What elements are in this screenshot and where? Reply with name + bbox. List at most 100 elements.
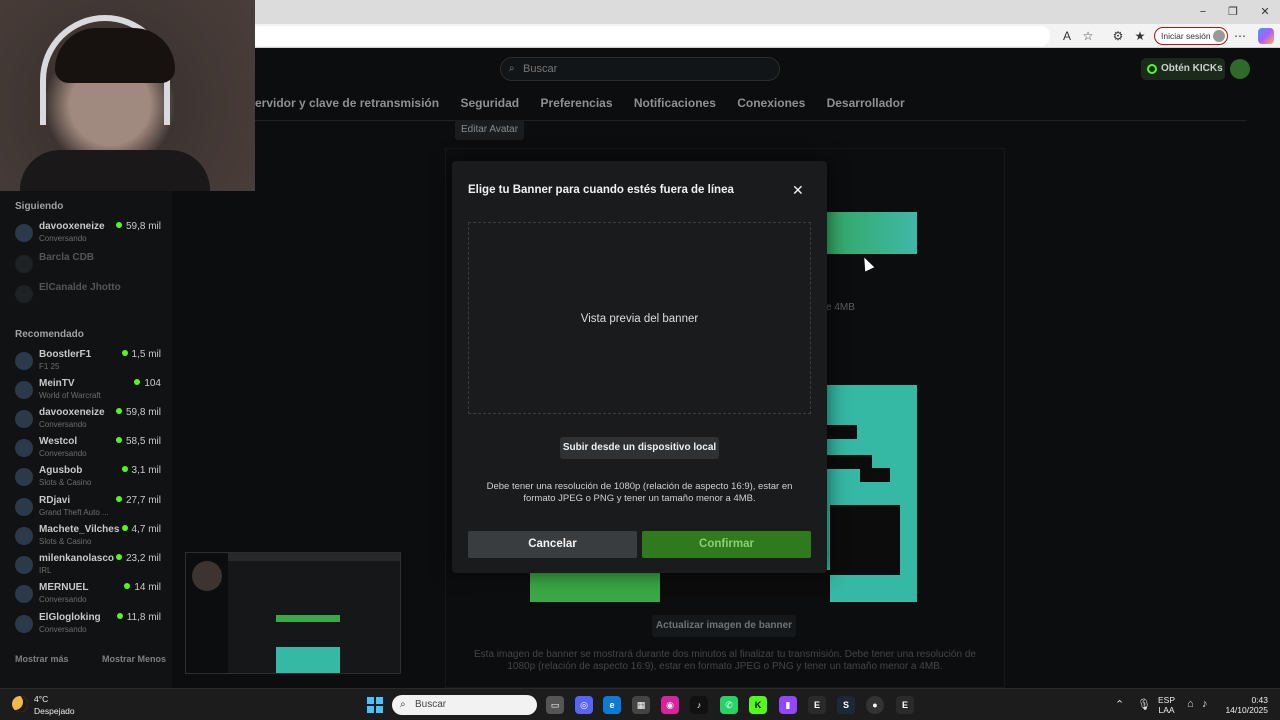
whatsapp-icon[interactable]: ✆: [720, 696, 738, 714]
favorite-star-icon[interactable]: ☆: [1080, 28, 1096, 44]
tab-connections[interactable]: Conexiones: [737, 96, 805, 110]
channel-category: Grand Theft Auto ...: [39, 508, 109, 517]
site-search-input[interactable]: ⌕ Buscar: [500, 57, 780, 81]
clock[interactable]: 0:43 14/10/2025: [1224, 695, 1268, 715]
channel-category: World of Warcraft: [39, 391, 101, 400]
moon-weather-icon[interactable]: [12, 696, 28, 712]
channel-avatar: [15, 498, 33, 516]
recommended-channel[interactable]: Westcol Conversando 58,5 mil: [15, 436, 165, 464]
channel-avatar: [15, 527, 33, 545]
tab-notifications[interactable]: Notificaciones: [634, 96, 716, 110]
upload-local-button[interactable]: Subir desde un dispositivo local: [560, 437, 719, 459]
channel-name: MERNUEL: [39, 582, 89, 593]
minimize-button[interactable]: −: [1188, 2, 1218, 22]
edit-avatar-button[interactable]: Editar Avatar: [455, 120, 525, 140]
close-icon[interactable]: ✕: [792, 183, 804, 197]
favorites-icon[interactable]: ★: [1132, 28, 1148, 44]
channel-avatar: [15, 585, 33, 603]
network-icon[interactable]: ⌂: [1187, 698, 1194, 710]
tab-security[interactable]: Seguridad: [460, 96, 519, 110]
screen-capture-thumbnail: [185, 552, 401, 674]
show-less-link[interactable]: Mostrar Menos: [102, 654, 166, 664]
recommended-channel[interactable]: BoostlerF1 F1 25 1,5 mil: [15, 349, 165, 377]
store-icon[interactable]: ▦: [632, 696, 650, 714]
webcam-overlay: [0, 0, 255, 191]
viewer-count: 58,5 mil: [116, 436, 161, 447]
offline-banner-dialog: Elige tu Banner para cuando estés fuera …: [452, 161, 827, 573]
read-aloud-icon[interactable]: A: [1059, 28, 1075, 44]
tab-developer[interactable]: Desarrollador: [827, 96, 905, 110]
recommended-channel[interactable]: davooxeneize Conversando 59,8 mil: [15, 407, 165, 435]
viewer-count: 59,8 mil: [116, 221, 161, 232]
user-avatar[interactable]: [1230, 59, 1250, 79]
task-view-icon[interactable]: ▭: [546, 696, 564, 714]
search-icon: ⌕: [509, 63, 515, 74]
kicks-icon: [1147, 64, 1157, 74]
channel-avatar: [15, 439, 33, 457]
edge-icon[interactable]: e: [603, 696, 621, 714]
more-menu-icon[interactable]: ⋯: [1232, 28, 1248, 44]
update-banner-button[interactable]: Actualizar imagen de banner: [652, 615, 796, 637]
following-channel[interactable]: davooxeneize Conversando 59,8 mil: [15, 221, 165, 249]
signin-button[interactable]: Iniciar sesión: [1154, 27, 1228, 45]
epic-games-icon[interactable]: E: [808, 696, 826, 714]
keyboard-layout: LAA: [1158, 705, 1175, 715]
viewer-count: 104: [134, 378, 161, 389]
channel-category: Slots & Casino: [39, 537, 92, 546]
channel-avatar: [15, 285, 33, 303]
obs-icon[interactable]: ●: [866, 696, 884, 714]
channel-name: davooxeneize: [39, 407, 105, 418]
copilot-icon[interactable]: [1258, 28, 1274, 44]
show-more-link[interactable]: Mostrar más: [15, 654, 69, 664]
recommended-channel[interactable]: MERNUEL Conversando 14 mil: [15, 582, 165, 610]
address-bar[interactable]: [250, 26, 1050, 46]
channel-avatar: [15, 410, 33, 428]
extensions-icon[interactable]: ⚙: [1110, 28, 1126, 44]
clock-time: 0:43: [1251, 695, 1268, 705]
channel-name: MeinTV: [39, 378, 75, 389]
get-kicks-button[interactable]: Obtén KICKs: [1141, 58, 1225, 80]
channel-name: ElGlogloking: [39, 612, 101, 623]
banner-requirements-note: Debe tener una resolución de 1080p (rela…: [486, 481, 793, 504]
recommended-channel[interactable]: ElGlogloking Conversando 11,8 mil: [15, 612, 165, 640]
twitch-icon[interactable]: ▮: [779, 696, 797, 714]
taskbar-search-input[interactable]: ⌕ Buscar: [392, 695, 537, 715]
banner-preview-dropzone[interactable]: Vista previa del banner: [468, 222, 811, 414]
recommended-channel[interactable]: Machete_Vilches Slots & Casino 4,7 mil: [15, 524, 165, 552]
window-close-button[interactable]: ✕: [1250, 2, 1280, 22]
microphone-icon[interactable]: 🎙: [1137, 698, 1151, 711]
cancel-button[interactable]: Cancelar: [468, 531, 637, 558]
channel-name: Westcol: [39, 436, 78, 447]
steam-icon[interactable]: S: [837, 696, 855, 714]
kick-icon[interactable]: K: [749, 696, 767, 714]
search-icon: ⌕: [400, 699, 406, 710]
tiktok-icon[interactable]: ♪: [690, 696, 708, 714]
recommended-channel[interactable]: milenkanolasco IRL 23,2 mil: [15, 553, 165, 581]
channel-avatar: [15, 352, 33, 370]
discord-icon[interactable]: ◎: [575, 696, 593, 714]
kicks-label: Obtén KICKs: [1161, 63, 1223, 74]
channel-name: RDjavi: [39, 495, 71, 506]
channel-name: Machete_Vilches: [39, 524, 120, 535]
channel-category: F1 25: [39, 362, 60, 371]
tray-chevron-up-icon[interactable]: ⌃: [1115, 698, 1124, 711]
channel-name: Agusbob: [39, 465, 83, 476]
tab-stream-key[interactable]: ervidor y clave de retransmisión: [255, 96, 439, 110]
epic-launcher-icon[interactable]: E: [896, 696, 914, 714]
following-channel[interactable]: Barcla CDB: [15, 252, 165, 280]
channel-category: Conversando: [39, 420, 87, 429]
channel-avatar: [15, 255, 33, 273]
tab-preferences[interactable]: Preferencias: [540, 96, 612, 110]
windows-start-icon[interactable]: [367, 697, 383, 713]
tabs-divider: [255, 120, 1247, 121]
language-indicator[interactable]: ESP LAA: [1158, 695, 1175, 715]
recommended-channel[interactable]: RDjavi Grand Theft Auto ... 27,7 mil: [15, 495, 165, 523]
channel-category: Slots & Casino: [39, 478, 92, 487]
recommended-channel[interactable]: Agusbob Slots & Casino 3,1 mil: [15, 465, 165, 493]
recommended-channel[interactable]: MeinTV World of Warcraft 104: [15, 378, 165, 406]
confirm-button[interactable]: Confirmar: [642, 531, 811, 558]
maximize-button[interactable]: ❐: [1218, 2, 1248, 22]
following-channel[interactable]: ElCanalde Jhotto: [15, 282, 165, 310]
volume-icon[interactable]: ♪: [1202, 698, 1208, 710]
instagram-icon[interactable]: ◉: [661, 696, 679, 714]
